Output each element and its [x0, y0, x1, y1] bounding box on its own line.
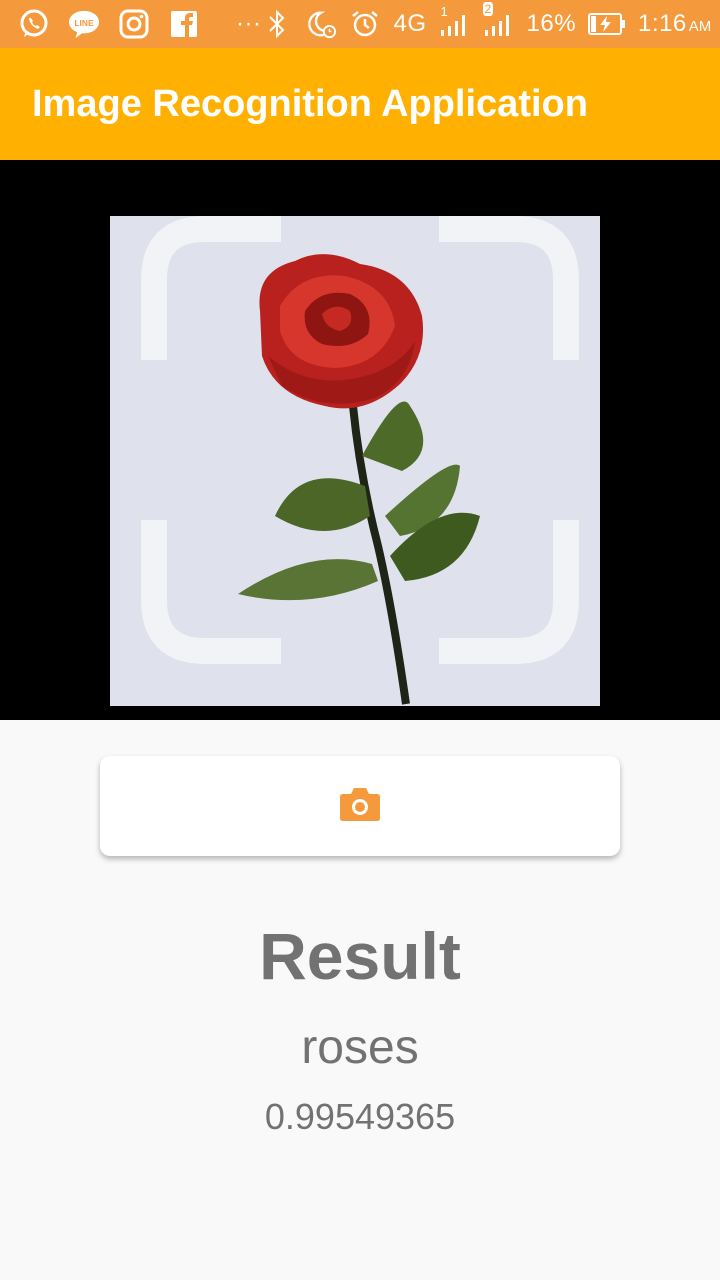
battery-percent: 16% — [526, 10, 577, 37]
status-bar: LINE ··· 4G 1 2 16% 1:16 AM — [0, 0, 720, 48]
sim2-label: 2 — [482, 2, 494, 16]
overflow-dots: ··· — [236, 10, 262, 37]
line-badge-text: LINE — [74, 18, 94, 28]
scan-frame-overlay — [141, 216, 579, 664]
result-label: roses — [301, 1021, 419, 1074]
result-confidence: 0.99549365 — [264, 1096, 456, 1137]
whatsapp-icon — [18, 8, 50, 40]
notification-icons: LINE ··· — [18, 8, 261, 40]
battery-charging-icon — [588, 8, 626, 40]
signal-icon: 1 — [439, 4, 471, 40]
signal-icon: 2 — [482, 2, 515, 40]
clock-time: 1:16 — [638, 10, 687, 37]
system-icons: 4G 1 2 16% 1:16 AM — [261, 2, 711, 40]
camera-icon — [339, 786, 381, 827]
image-preview — [0, 160, 720, 720]
sim1-label: 1 — [440, 4, 448, 19]
line-icon: LINE — [68, 8, 100, 40]
result-title: Result — [259, 919, 461, 993]
facebook-icon — [168, 8, 200, 40]
clock: 1:16 AM — [638, 10, 711, 38]
capture-button[interactable] — [100, 756, 620, 856]
network-type: 4G — [393, 10, 427, 37]
clock-ampm: AM — [688, 18, 712, 35]
app-title: Image Recognition Application — [32, 82, 588, 125]
instagram-icon — [118, 8, 150, 40]
bluetooth-icon — [261, 8, 293, 40]
do-not-disturb-icon — [305, 8, 337, 40]
app-bar: Image Recognition Application — [0, 48, 720, 160]
alarm-icon — [349, 8, 381, 40]
